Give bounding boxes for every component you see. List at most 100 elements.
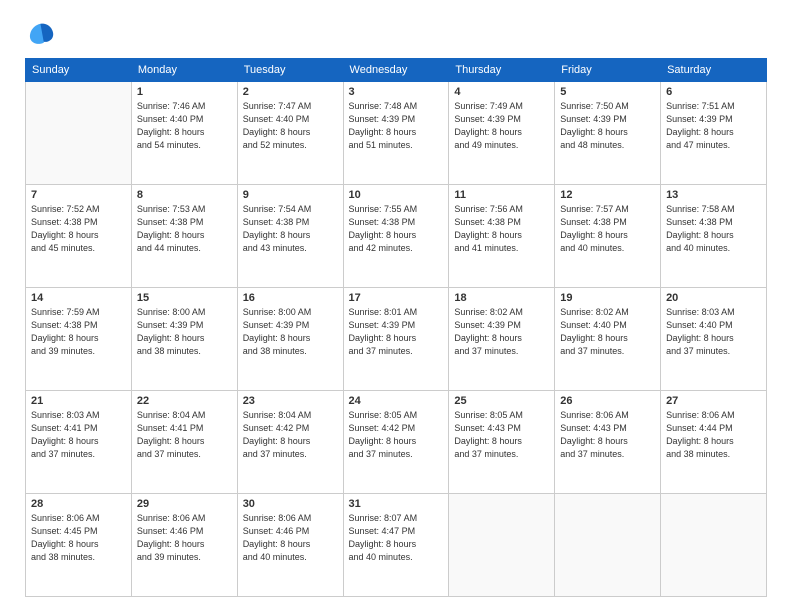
day-number: 14 — [31, 292, 126, 304]
calendar-cell: 30Sunrise: 8:06 AMSunset: 4:46 PMDayligh… — [237, 494, 343, 597]
day-info: Sunrise: 7:56 AMSunset: 4:38 PMDaylight:… — [454, 203, 549, 255]
day-number: 27 — [666, 395, 761, 407]
day-info: Sunrise: 7:59 AMSunset: 4:38 PMDaylight:… — [31, 306, 126, 358]
day-info: Sunrise: 8:06 AMSunset: 4:46 PMDaylight:… — [137, 512, 232, 564]
calendar-cell: 24 Sunrise: 8:05 AMSunset: 4:42 PMDayligh… — [343, 391, 449, 494]
day-number: 15 — [137, 292, 232, 304]
day-info: Sunrise: 7:51 AMSunset: 4:39 PMDaylight:… — [666, 100, 761, 152]
weekday-header-saturday: Saturday — [661, 59, 767, 82]
day-number: 11 — [454, 189, 549, 201]
calendar-cell: 7 Sunrise: 7:52 AMSunset: 4:38 PMDaylight… — [26, 185, 132, 288]
calendar-cell: 20 Sunrise: 8:03 AMSunset: 4:40 PMDayligh… — [661, 288, 767, 391]
day-number: 6 — [666, 86, 761, 98]
calendar-cell: 5Sunrise: 7:50 AMSunset: 4:39 PMDaylight… — [555, 82, 661, 185]
day-info: Sunrise: 8:06 AMSunset: 4:45 PMDaylight:… — [31, 512, 126, 564]
day-number: 8 — [137, 189, 232, 201]
calendar-cell: 11 Sunrise: 7:56 AMSunset: 4:38 PMDayligh… — [449, 185, 555, 288]
day-number: 12 — [560, 189, 655, 201]
day-info: Sunrise: 8:04 AMSunset: 4:41 PMDaylight:… — [137, 409, 232, 461]
calendar-cell — [26, 82, 132, 185]
calendar-cell: 2Sunrise: 7:47 AMSunset: 4:40 PMDaylight… — [237, 82, 343, 185]
day-info: Sunrise: 8:01 AMSunset: 4:39 PMDaylight:… — [349, 306, 444, 358]
day-number: 20 — [666, 292, 761, 304]
calendar-cell: 27 Sunrise: 8:06 AMSunset: 4:44 PMDayligh… — [661, 391, 767, 494]
day-info: Sunrise: 8:00 AMSunset: 4:39 PMDaylight:… — [243, 306, 338, 358]
day-info: Sunrise: 7:49 AMSunset: 4:39 PMDaylight:… — [454, 100, 549, 152]
day-info: Sunrise: 7:53 AMSunset: 4:38 PMDaylight:… — [137, 203, 232, 255]
day-number: 17 — [349, 292, 444, 304]
logo-icon — [25, 20, 55, 48]
day-number: 28 — [31, 498, 126, 510]
day-info: Sunrise: 8:05 AMSunset: 4:43 PMDaylight:… — [454, 409, 549, 461]
day-number: 9 — [243, 189, 338, 201]
day-info: Sunrise: 8:00 AMSunset: 4:39 PMDaylight:… — [137, 306, 232, 358]
day-info: Sunrise: 7:58 AMSunset: 4:38 PMDaylight:… — [666, 203, 761, 255]
day-number: 16 — [243, 292, 338, 304]
day-number: 4 — [454, 86, 549, 98]
calendar-week-row: 7 Sunrise: 7:52 AMSunset: 4:38 PMDaylight… — [26, 185, 767, 288]
calendar-cell: 19 Sunrise: 8:02 AMSunset: 4:40 PMDayligh… — [555, 288, 661, 391]
calendar-cell: 17 Sunrise: 8:01 AMSunset: 4:39 PMDayligh… — [343, 288, 449, 391]
calendar-cell: 31 Sunrise: 8:07 AMSunset: 4:47 PMDayligh… — [343, 494, 449, 597]
day-number: 21 — [31, 395, 126, 407]
calendar-week-row: 28 Sunrise: 8:06 AMSunset: 4:45 PMDayligh… — [26, 494, 767, 597]
calendar-cell: 29 Sunrise: 8:06 AMSunset: 4:46 PMDayligh… — [131, 494, 237, 597]
day-number: 22 — [137, 395, 232, 407]
day-info: Sunrise: 8:03 AMSunset: 4:41 PMDaylight:… — [31, 409, 126, 461]
day-info: Sunrise: 7:55 AMSunset: 4:38 PMDaylight:… — [349, 203, 444, 255]
day-info: Sunrise: 8:03 AMSunset: 4:40 PMDaylight:… — [666, 306, 761, 358]
calendar-week-row: 1 Sunrise: 7:46 AMSunset: 4:40 PMDaylight… — [26, 82, 767, 185]
day-number: 23 — [243, 395, 338, 407]
day-info: Sunrise: 8:05 AMSunset: 4:42 PMDaylight:… — [349, 409, 444, 461]
calendar-cell: 14 Sunrise: 7:59 AMSunset: 4:38 PMDayligh… — [26, 288, 132, 391]
calendar-cell: 3 Sunrise: 7:48 AMSunset: 4:39 PMDaylight… — [343, 82, 449, 185]
calendar-table: SundayMondayTuesdayWednesdayThursdayFrid… — [25, 58, 767, 597]
day-number: 3 — [349, 86, 444, 98]
day-info: Sunrise: 8:06 AMSunset: 4:44 PMDaylight:… — [666, 409, 761, 461]
weekday-header-sunday: Sunday — [26, 59, 132, 82]
day-number: 1 — [137, 86, 232, 98]
day-number: 19 — [560, 292, 655, 304]
calendar-cell: 12 Sunrise: 7:57 AMSunset: 4:38 PMDayligh… — [555, 185, 661, 288]
day-number: 2 — [243, 86, 338, 98]
calendar-cell: 18 Sunrise: 8:02 AMSunset: 4:39 PMDayligh… — [449, 288, 555, 391]
day-number: 24 — [349, 395, 444, 407]
calendar-cell: 28 Sunrise: 8:06 AMSunset: 4:45 PMDayligh… — [26, 494, 132, 597]
calendar-week-row: 21 Sunrise: 8:03 AMSunset: 4:41 PMDayligh… — [26, 391, 767, 494]
calendar-cell: 13 Sunrise: 7:58 AMSunset: 4:38 PMDayligh… — [661, 185, 767, 288]
day-info: Sunrise: 7:57 AMSunset: 4:38 PMDaylight:… — [560, 203, 655, 255]
calendar-cell — [449, 494, 555, 597]
weekday-header-wednesday: Wednesday — [343, 59, 449, 82]
calendar-cell: 21 Sunrise: 8:03 AMSunset: 4:41 PMDayligh… — [26, 391, 132, 494]
day-info: Sunrise: 8:02 AMSunset: 4:39 PMDaylight:… — [454, 306, 549, 358]
day-number: 10 — [349, 189, 444, 201]
page: SundayMondayTuesdayWednesdayThursdayFrid… — [0, 0, 792, 612]
day-info: Sunrise: 7:52 AMSunset: 4:38 PMDaylight:… — [31, 203, 126, 255]
day-number: 26 — [560, 395, 655, 407]
weekday-header-friday: Friday — [555, 59, 661, 82]
day-info: Sunrise: 8:02 AMSunset: 4:40 PMDaylight:… — [560, 306, 655, 358]
day-number: 29 — [137, 498, 232, 510]
calendar-cell: 6 Sunrise: 7:51 AMSunset: 4:39 PMDaylight… — [661, 82, 767, 185]
calendar-cell: 9Sunrise: 7:54 AMSunset: 4:38 PMDaylight… — [237, 185, 343, 288]
calendar-cell: 25Sunrise: 8:05 AMSunset: 4:43 PMDayligh… — [449, 391, 555, 494]
calendar-cell: 1 Sunrise: 7:46 AMSunset: 4:40 PMDaylight… — [131, 82, 237, 185]
day-number: 18 — [454, 292, 549, 304]
day-info: Sunrise: 7:48 AMSunset: 4:39 PMDaylight:… — [349, 100, 444, 152]
day-info: Sunrise: 8:06 AMSunset: 4:46 PMDaylight:… — [243, 512, 338, 564]
calendar-cell: 8 Sunrise: 7:53 AMSunset: 4:38 PMDaylight… — [131, 185, 237, 288]
calendar-cell: 10 Sunrise: 7:55 AMSunset: 4:38 PMDayligh… — [343, 185, 449, 288]
calendar-cell: 4 Sunrise: 7:49 AMSunset: 4:39 PMDaylight… — [449, 82, 555, 185]
calendar-cell: 16 Sunrise: 8:00 AMSunset: 4:39 PMDayligh… — [237, 288, 343, 391]
day-info: Sunrise: 8:04 AMSunset: 4:42 PMDaylight:… — [243, 409, 338, 461]
calendar-cell: 23 Sunrise: 8:04 AMSunset: 4:42 PMDayligh… — [237, 391, 343, 494]
day-info: Sunrise: 8:07 AMSunset: 4:47 PMDaylight:… — [349, 512, 444, 564]
weekday-header-row: SundayMondayTuesdayWednesdayThursdayFrid… — [26, 59, 767, 82]
calendar-cell: 26 Sunrise: 8:06 AMSunset: 4:43 PMDayligh… — [555, 391, 661, 494]
day-number: 7 — [31, 189, 126, 201]
day-info: Sunrise: 7:46 AMSunset: 4:40 PMDaylight:… — [137, 100, 232, 152]
day-number: 13 — [666, 189, 761, 201]
logo — [25, 20, 59, 48]
day-info: Sunrise: 8:06 AMSunset: 4:43 PMDaylight:… — [560, 409, 655, 461]
day-number: 31 — [349, 498, 444, 510]
